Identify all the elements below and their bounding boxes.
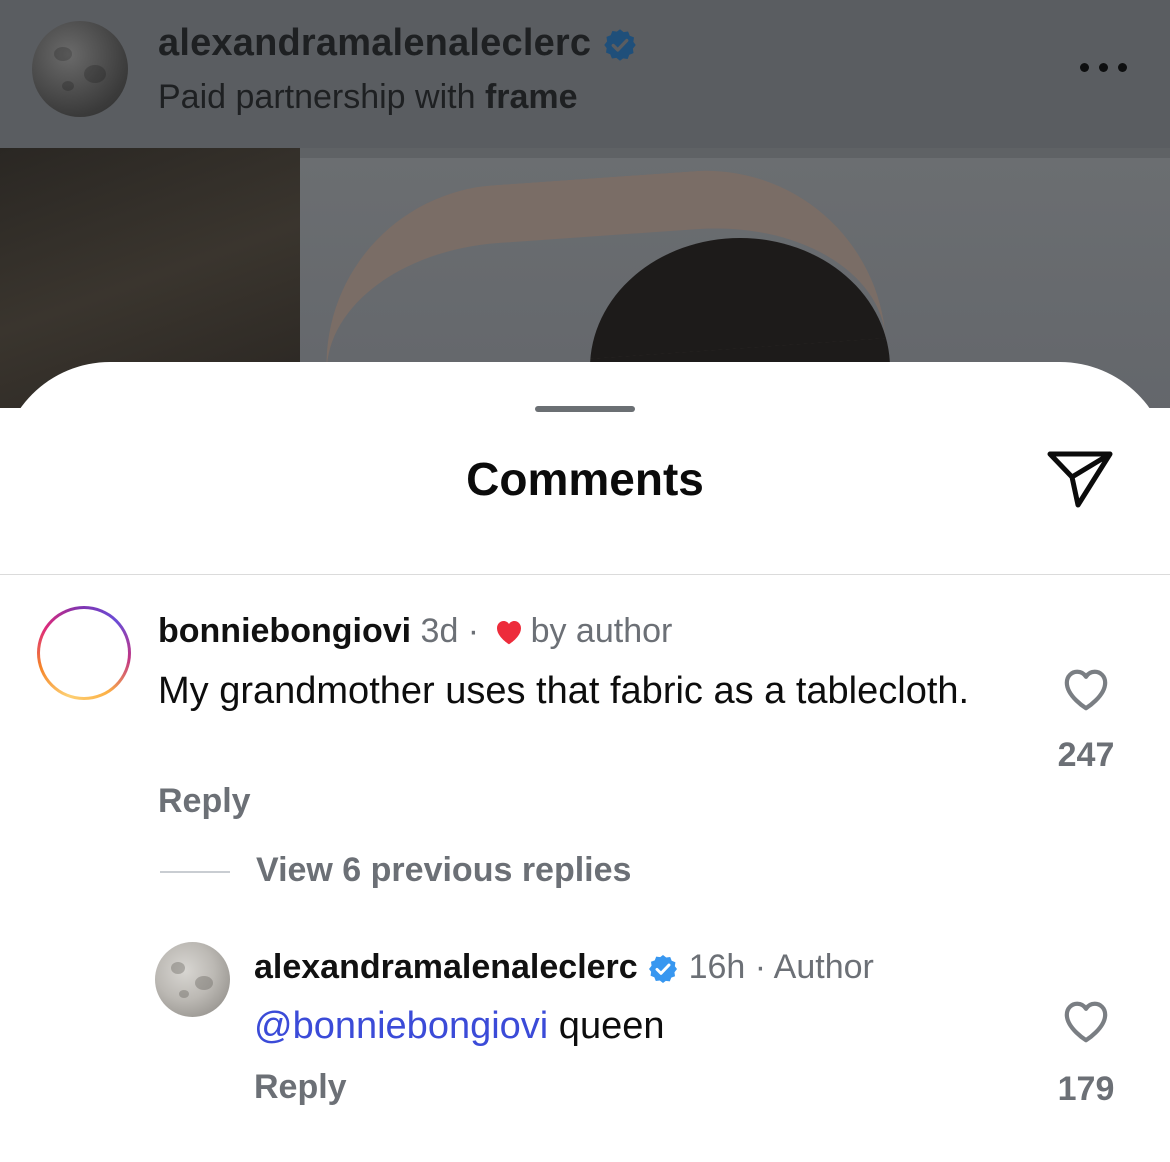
partner-brand-link[interactable]: frame	[485, 78, 578, 116]
share-icon[interactable]	[1044, 447, 1116, 511]
sheet-title: Comments	[466, 453, 704, 505]
mention-link[interactable]: @bonniebongiovi	[254, 1005, 548, 1047]
sheet-grabber-handle[interactable]	[535, 406, 635, 412]
reply-button[interactable]: Reply	[158, 782, 251, 821]
like-heart-outline-icon[interactable]	[1060, 999, 1112, 1045]
like-count: 247	[1057, 736, 1115, 774]
post-author-username[interactable]: alexandramalenaleclerc	[158, 22, 638, 65]
reply-author-avatar[interactable]	[155, 942, 230, 1017]
commenter-avatar[interactable]	[37, 606, 131, 700]
post-author-avatar[interactable]	[32, 21, 128, 117]
comments-sheet: Comments bonniebongiovi 3d · by author M…	[0, 362, 1170, 1162]
comment-meta: bonniebongiovi 3d · by author	[158, 612, 672, 651]
commenter-username[interactable]: bonniebongiovi	[158, 612, 411, 650]
like-count: 179	[1057, 1070, 1115, 1108]
heart-icon	[496, 621, 521, 645]
post-subtitle: Paid partnership with frame	[158, 78, 578, 117]
reply-text: @bonniebongiovi queen	[254, 1002, 1014, 1050]
post-author-username-text[interactable]: alexandramalenaleclerc	[158, 22, 591, 64]
verified-badge-icon	[604, 29, 636, 61]
liked-by-author-label: by author	[530, 612, 673, 650]
sheet-divider	[0, 574, 1170, 575]
reply-text-body: queen	[548, 1005, 665, 1047]
reply-timestamp: 16h · Author	[688, 948, 874, 986]
reply-button[interactable]: Reply	[254, 1068, 347, 1107]
reply-meta: alexandramalenaleclerc 16h · Author	[254, 948, 874, 987]
view-previous-replies-button[interactable]: View 6 previous replies	[256, 851, 631, 890]
partnership-label: Paid partnership with	[158, 78, 476, 116]
verified-badge-icon	[649, 955, 678, 984]
replies-thread-line	[160, 871, 230, 873]
comment-timestamp: 3d ·	[420, 612, 480, 650]
more-options-icon[interactable]	[1080, 58, 1132, 78]
reply-author-username[interactable]: alexandramalenaleclerc	[254, 948, 638, 986]
like-heart-outline-icon[interactable]	[1060, 667, 1112, 713]
comment-text: My grandmother uses that fabric as a tab…	[158, 670, 970, 712]
post-header: alexandramalenaleclerc Paid partnership …	[0, 0, 1170, 148]
